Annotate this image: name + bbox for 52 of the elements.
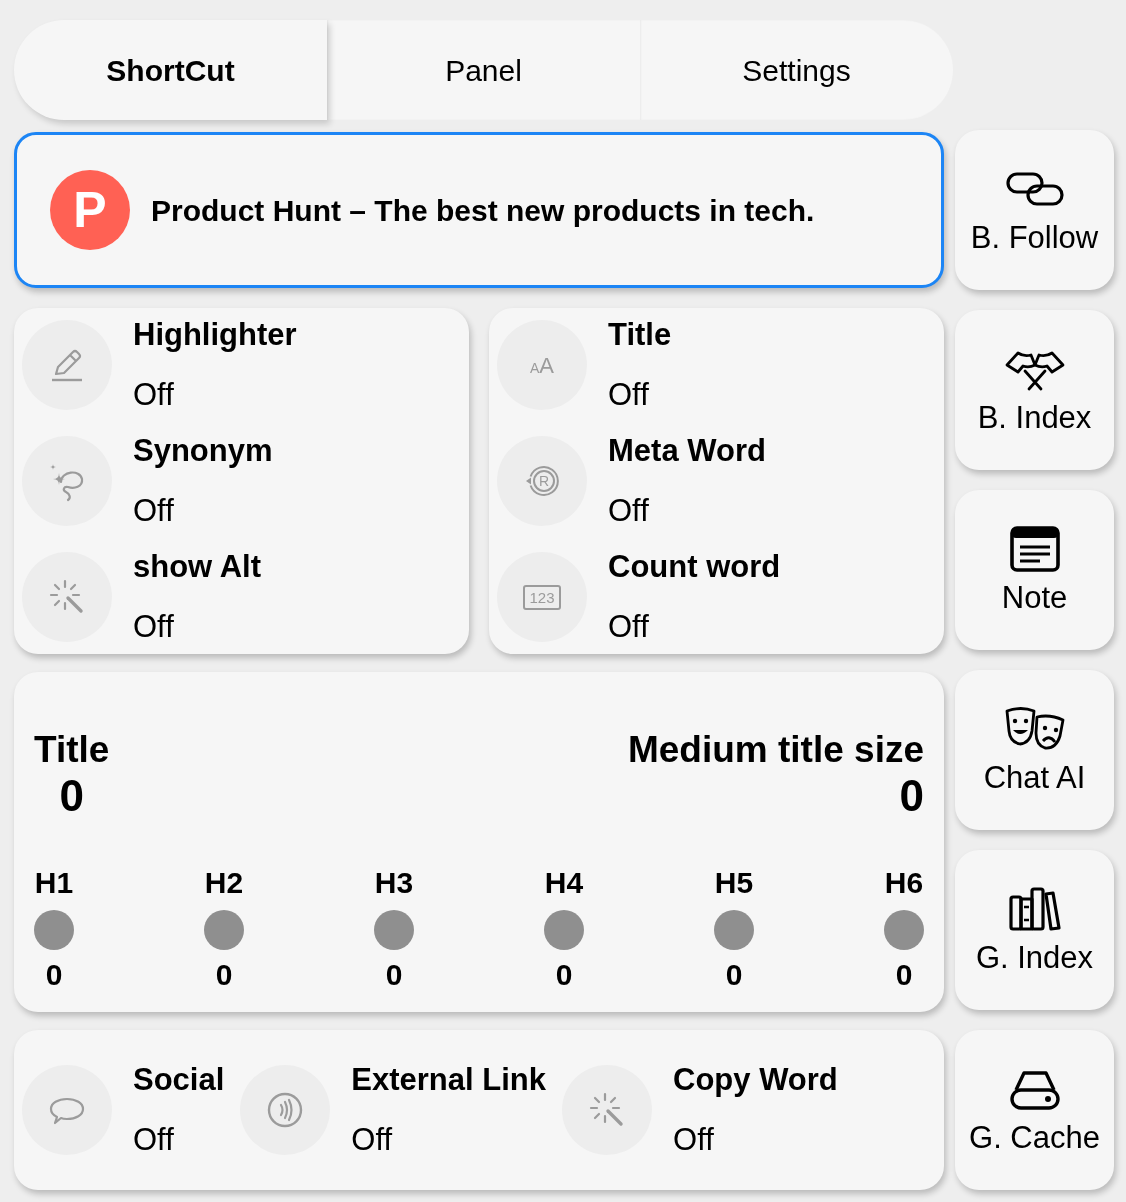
heading-level-label: H2 — [204, 865, 244, 899]
tool-button[interactable]: Note — [955, 490, 1114, 650]
heading-count: 0 — [45, 957, 63, 991]
toggle-label: Social — [133, 1062, 225, 1098]
heading-level-label: H6 — [884, 865, 924, 899]
toggle-label: Synonym — [133, 433, 273, 469]
tab[interactable]: Settings — [640, 20, 953, 120]
toggle-status: Off — [133, 377, 175, 413]
dot-icon — [204, 909, 244, 950]
toggle-status: Off — [608, 493, 650, 529]
dot-icon — [544, 909, 584, 950]
toggle-label: Title — [608, 317, 672, 353]
toggle-status: Off — [133, 609, 175, 645]
heading-count: 0 — [385, 957, 403, 991]
site-logo: P — [50, 170, 130, 250]
tool-button[interactable]: G. Cache — [955, 1030, 1114, 1190]
tool-button[interactable]: B. Index — [955, 310, 1114, 470]
page-card[interactable]: P Product Hunt – The best new products in tech. — [14, 132, 944, 288]
tool-button[interactable]: Chat AI — [955, 670, 1114, 830]
tab[interactable]: Panel — [327, 20, 640, 120]
heading-count: 0 — [725, 957, 743, 991]
page-title: Product Hunt – The best new products in tech. — [151, 192, 815, 229]
dot-icon — [34, 909, 74, 950]
toggle-status: Off — [133, 1122, 175, 1158]
dot-icon — [884, 909, 924, 950]
toggle-label: Meta Word — [608, 433, 766, 469]
heading-level-label: H4 — [544, 865, 584, 899]
toggle-label: Count word — [608, 549, 781, 585]
toggle-status: Off — [608, 377, 650, 413]
medium-title-value: 0 — [899, 771, 924, 820]
heading-count: 0 — [555, 957, 573, 991]
tab[interactable]: ShortCut — [14, 20, 327, 120]
title-count-value: 0 — [59, 771, 84, 820]
toggle-status: Off — [673, 1122, 715, 1158]
tool-button[interactable]: G. Index — [955, 850, 1114, 1010]
toggle-label: Copy Word — [673, 1062, 838, 1098]
heading-count: 0 — [215, 957, 233, 991]
heading-count: 0 — [895, 957, 913, 991]
toggle-status: Off — [133, 493, 175, 529]
toggle-label: Highlighter — [133, 317, 297, 353]
dot-icon — [714, 909, 754, 950]
heading-level-label: H5 — [714, 865, 754, 899]
heading-level-label: H3 — [374, 865, 414, 899]
tool-button[interactable]: B. Follow — [955, 130, 1114, 290]
title-count-label: Title — [34, 729, 110, 772]
toggle-label: show Alt — [133, 549, 261, 585]
medium-title-label: Medium title size — [627, 729, 924, 772]
heading-level-label: H1 — [34, 865, 74, 899]
dot-icon — [374, 909, 414, 950]
toggle-label: External Link — [351, 1062, 546, 1098]
toggle-status: Off — [351, 1122, 394, 1158]
toggle-status: Off — [608, 609, 650, 645]
